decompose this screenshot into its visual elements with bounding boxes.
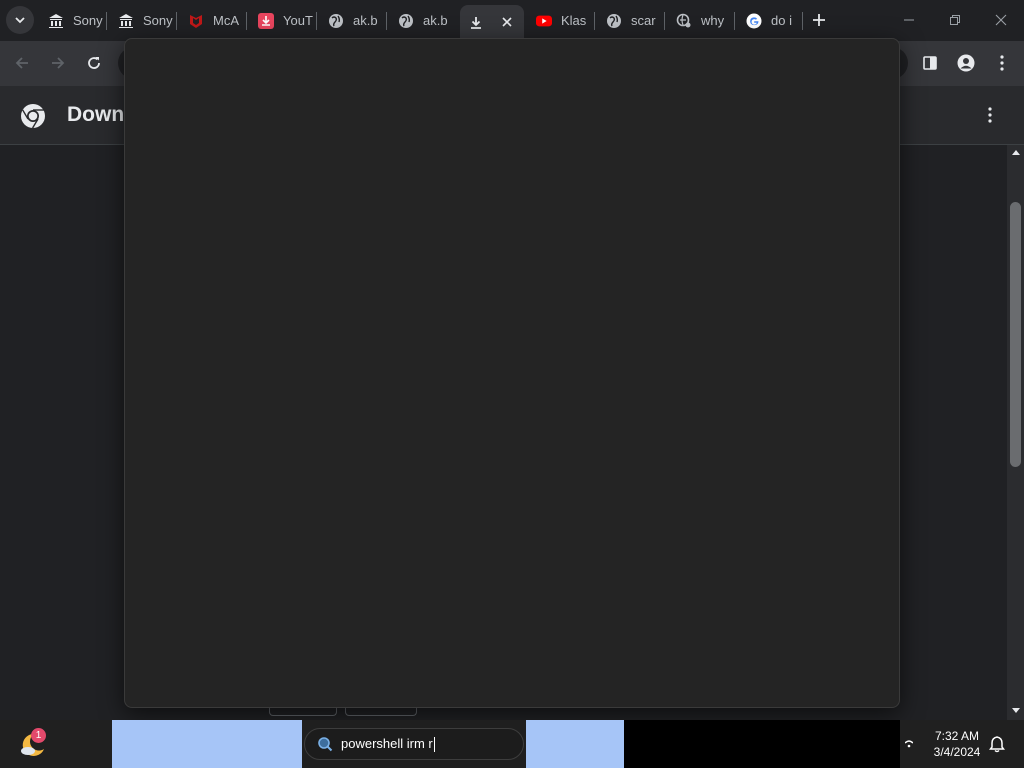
tab-title: Sony [73, 13, 103, 28]
tab-title: ak.b [353, 13, 378, 28]
globe-icon [328, 13, 344, 29]
page-title: Down [67, 103, 125, 126]
bank-icon [48, 13, 64, 29]
tab-sony-2[interactable]: Sony [110, 4, 178, 37]
close-icon [502, 17, 512, 27]
globe-icon [606, 13, 622, 29]
tab-title: why [701, 13, 725, 28]
system-clock[interactable]: 7:32 AM 3/4/2024 [922, 728, 992, 760]
arrow-right-icon [52, 57, 65, 69]
plus-icon [813, 14, 825, 26]
profile-button[interactable] [952, 49, 980, 77]
tab-separator [802, 12, 803, 30]
minimize-icon [904, 19, 914, 21]
tab-title: scar [631, 13, 656, 28]
taskbar: 1 powershell irm r 7:32 AM 3/4/2024 [0, 720, 1024, 768]
download-icon [468, 15, 484, 31]
close-tab-button[interactable] [498, 13, 516, 31]
tab-scan[interactable]: scar [598, 4, 662, 37]
bank-icon [118, 13, 134, 29]
chevron-down-icon [15, 17, 25, 24]
tab-mcafee[interactable]: McA [180, 4, 246, 37]
tab-separator [106, 12, 107, 30]
taskbar-highlight [526, 720, 624, 768]
reload-button[interactable] [80, 49, 108, 77]
restore-button[interactable] [932, 0, 978, 40]
tab-separator [386, 12, 387, 30]
tab-title: McA [213, 13, 239, 28]
notification-badge: 1 [31, 728, 46, 743]
tab-separator [316, 12, 317, 30]
tab-separator [246, 12, 247, 30]
reload-icon [88, 57, 100, 69]
clock-time: 7:32 AM [934, 729, 980, 743]
tab-youtube-download[interactable]: YouT [250, 4, 316, 37]
scroll-down-arrow-icon[interactable] [1007, 704, 1024, 718]
taskbar-apps-area [624, 720, 900, 768]
tab-google[interactable]: do i [738, 4, 800, 37]
mcafee-icon [188, 13, 204, 29]
scroll-up-arrow-icon[interactable] [1007, 145, 1024, 159]
kebab-menu-icon [1000, 55, 1004, 71]
clock-date: 3/4/2024 [933, 745, 981, 759]
tab-title: do i [771, 13, 792, 28]
side-panel-icon [923, 56, 937, 70]
globe-icon [398, 13, 414, 29]
back-button[interactable] [8, 49, 36, 77]
new-tab-button[interactable] [808, 9, 830, 31]
youtube-icon [536, 13, 552, 29]
tab-title: Klas [561, 13, 587, 28]
tray-network-icon[interactable] [904, 738, 914, 751]
forward-button[interactable] [44, 49, 72, 77]
tab-ak-1[interactable]: ak.b [320, 4, 386, 37]
tab-separator [664, 12, 665, 30]
tab-separator [734, 12, 735, 30]
browser-menu-button[interactable] [988, 49, 1016, 77]
kebab-menu-icon [988, 107, 992, 123]
search-icon [318, 737, 333, 752]
close-window-button[interactable] [978, 0, 1024, 40]
start-search-panel [124, 38, 900, 708]
tab-title: Sony [143, 13, 173, 28]
taskbar-search-input[interactable]: powershell irm r [304, 728, 524, 760]
notification-bell-icon[interactable] [988, 735, 1006, 753]
tab-separator [176, 12, 177, 30]
tab-strip: Sony Sony McA YouT ak.b ak.b Klas scar w… [0, 0, 1024, 41]
tab-separator [594, 12, 595, 30]
taskbar-highlight [112, 720, 302, 768]
text-caret [433, 737, 435, 753]
tab-ak-2[interactable]: ak.b [390, 4, 456, 37]
tab-youtube[interactable]: Klas [528, 4, 592, 37]
profile-icon [957, 54, 975, 72]
search-query: powershell irm r [341, 735, 435, 753]
globe-icon [676, 13, 692, 29]
minimize-button[interactable] [886, 0, 932, 40]
page-scrollbar[interactable] [1007, 145, 1024, 720]
chrome-logo-icon [21, 104, 45, 129]
close-icon [995, 14, 1007, 26]
tab-search-button[interactable] [6, 6, 34, 34]
downloads-menu-button[interactable] [980, 104, 1000, 126]
side-panel-button[interactable] [916, 49, 944, 77]
restore-icon [950, 15, 960, 25]
tab-title: ak.b [423, 13, 448, 28]
scrollbar-thumb[interactable] [1010, 202, 1021, 467]
tab-why[interactable]: why [668, 4, 732, 37]
arrow-left-icon [15, 57, 28, 69]
tab-title: YouT [283, 13, 313, 28]
download-icon [258, 12, 274, 29]
google-icon [746, 13, 762, 29]
tab-sony-1[interactable]: Sony [40, 4, 108, 37]
tab-downloads-active[interactable] [460, 5, 524, 41]
